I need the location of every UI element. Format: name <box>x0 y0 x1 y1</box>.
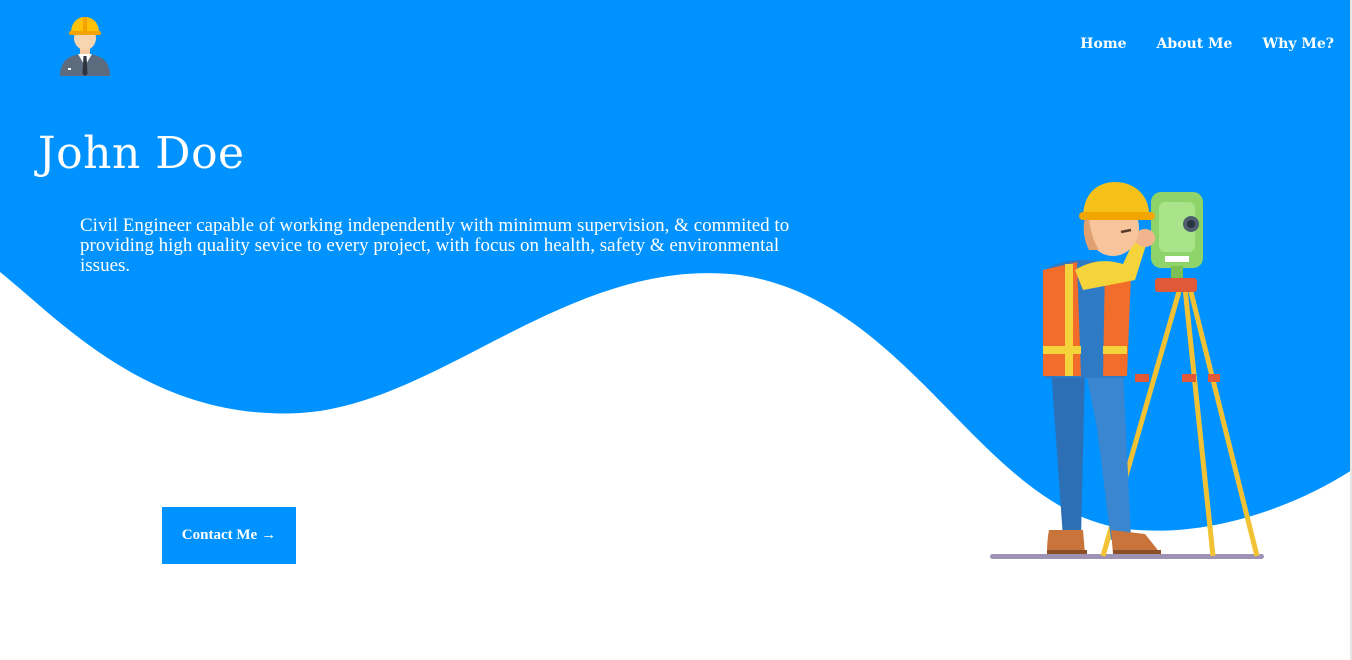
hero-tagline: Civil Engineer capable of working indepe… <box>80 215 790 276</box>
nav-about-me-link[interactable]: About Me <box>1157 36 1233 52</box>
logo-engineer-icon[interactable] <box>56 14 114 78</box>
page: Home About Me Why Me? John Doe Civil Eng… <box>0 0 1352 660</box>
contact-me-button[interactable]: Contact Me → <box>162 507 296 564</box>
nav-home-link[interactable]: Home <box>1080 36 1126 52</box>
arrow-right-icon: → <box>261 527 277 543</box>
surveyor-illustration <box>990 182 1264 559</box>
hero-name: John Doe <box>38 128 245 179</box>
main-nav: Home About Me Why Me? <box>1080 36 1334 52</box>
nav-why-me-link[interactable]: Why Me? <box>1262 36 1334 52</box>
contact-me-label: Contact Me <box>181 527 258 543</box>
